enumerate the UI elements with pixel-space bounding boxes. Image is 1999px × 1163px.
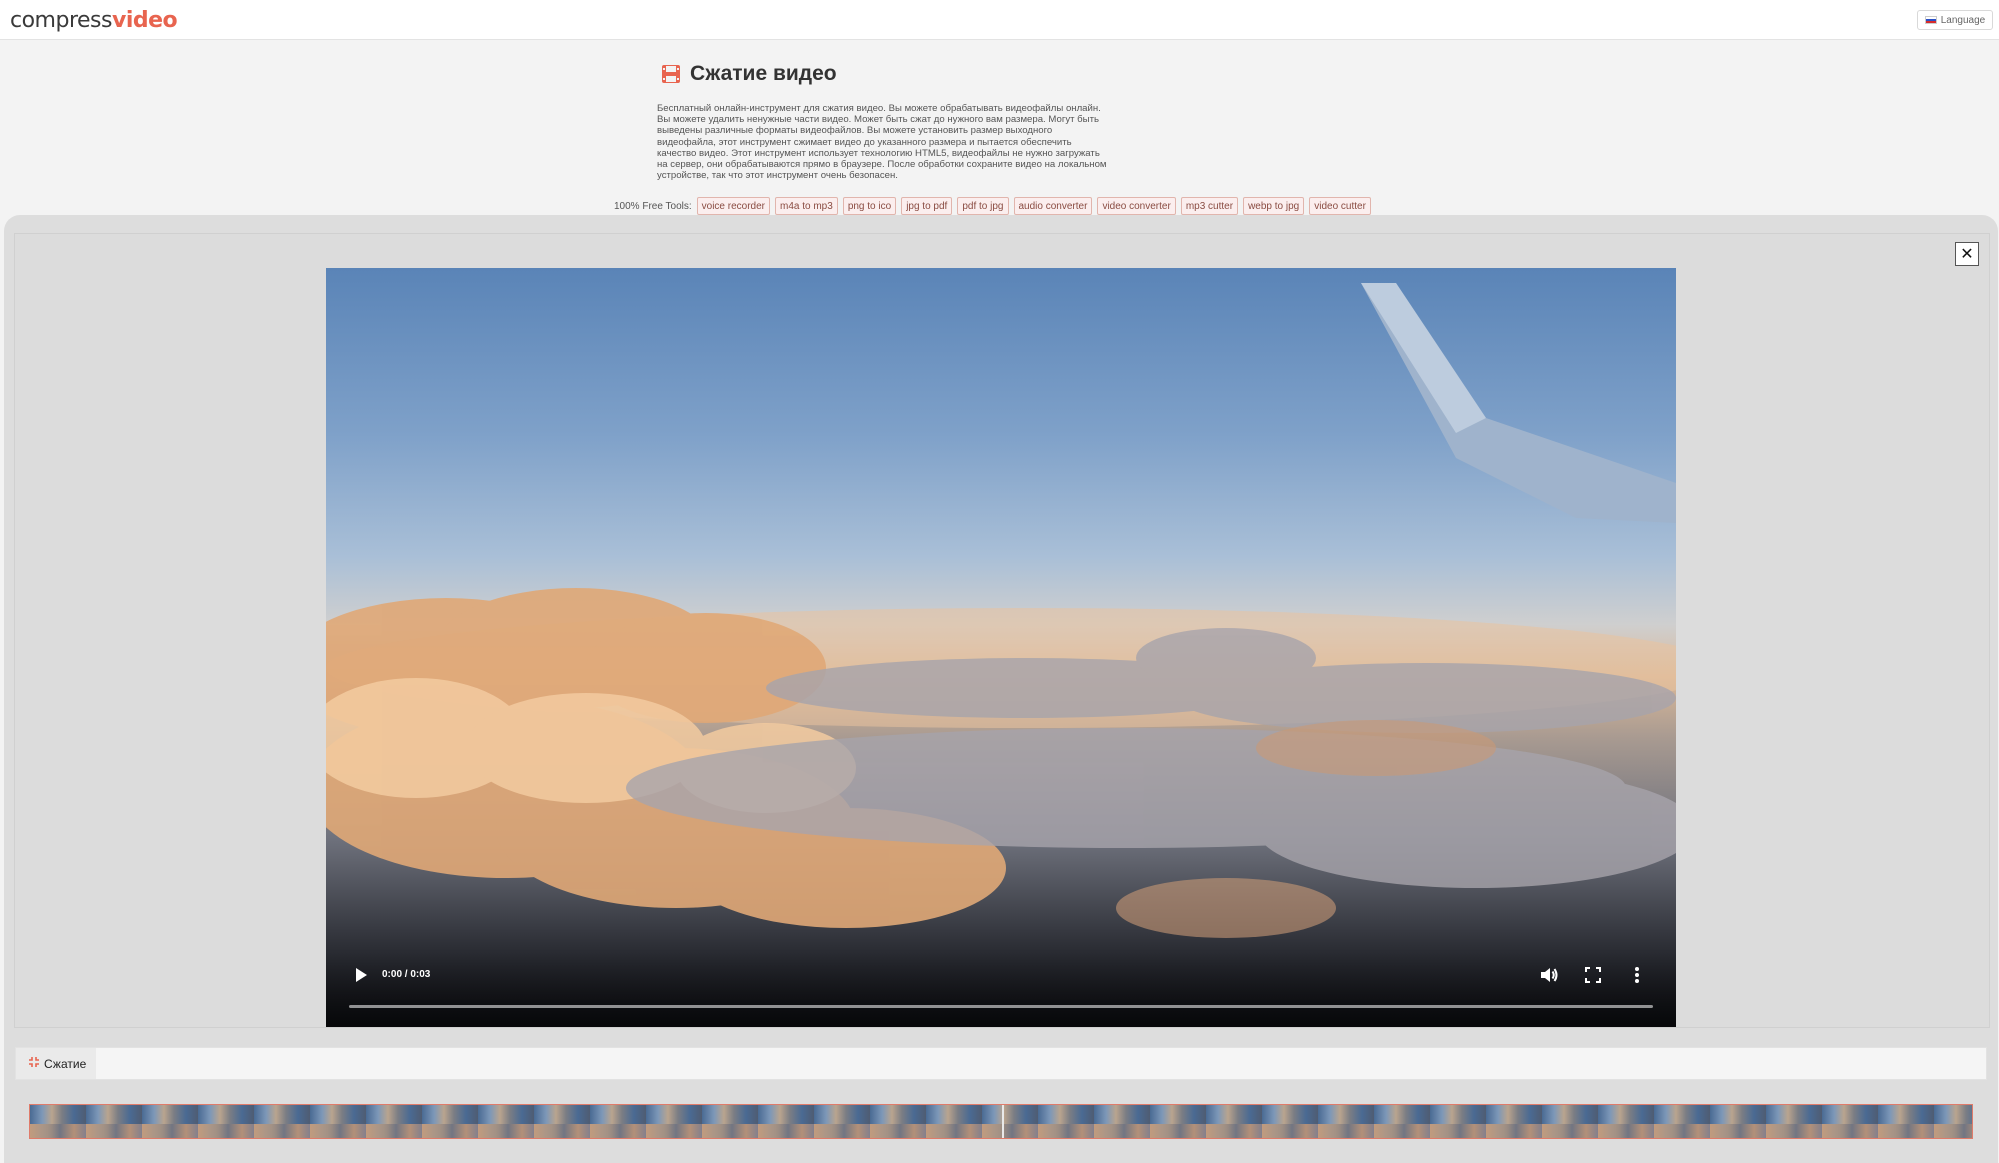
film-icon	[660, 63, 682, 85]
volume-icon[interactable]	[1538, 964, 1560, 986]
tool-link-m4a-to-mp3[interactable]: m4a to mp3	[775, 197, 838, 215]
video-player[interactable]: 0:00 / 0:03	[326, 268, 1676, 1027]
page-title: Сжатие видео	[690, 62, 837, 85]
filmstrip-frames	[30, 1124, 1972, 1138]
free-tools-row: 100% Free Tools: voice recorder m4a to m…	[614, 197, 1371, 215]
fullscreen-icon[interactable]	[1582, 964, 1604, 986]
compress-toolbar: Сжатие	[15, 1047, 1987, 1080]
tool-link-png-to-ico[interactable]: png to ico	[842, 197, 897, 215]
video-progress-track[interactable]	[349, 1005, 1653, 1008]
video-time: 0:00 / 0:03	[382, 969, 431, 980]
page-heading: Сжатие видео	[660, 62, 837, 86]
tool-link-webp-to-jpg[interactable]: webp to jpg	[1243, 197, 1305, 215]
logo[interactable]: compressvideo	[10, 8, 178, 33]
logo-text-compress: compress	[10, 8, 112, 33]
logo-text-video: video	[111, 8, 178, 33]
language-button[interactable]: Language	[1917, 10, 1993, 30]
video-frame-image	[326, 283, 1676, 938]
compress-icon	[28, 1056, 40, 1071]
language-label: Language	[1940, 14, 1986, 26]
language-flag-icon	[1924, 16, 1937, 24]
compress-label: Сжатие	[44, 1056, 87, 1071]
more-vert-icon[interactable]	[1626, 964, 1648, 986]
top-bar: compressvideo Language	[0, 0, 1999, 40]
tool-link-mp3-cutter[interactable]: mp3 cutter	[1180, 197, 1239, 215]
tool-link-voice-recorder[interactable]: voice recorder	[696, 197, 770, 215]
filmstrip-divider	[1002, 1105, 1004, 1138]
timeline-filmstrip[interactable]	[29, 1104, 1973, 1139]
tool-link-pdf-to-jpg[interactable]: pdf to jpg	[957, 197, 1009, 215]
page-description: Бесплатный онлайн-инструмент для сжатия …	[657, 103, 1107, 182]
play-icon[interactable]	[353, 967, 369, 983]
video-controls: 0:00 / 0:03	[326, 952, 1676, 1027]
tool-link-video-cutter[interactable]: video cutter	[1309, 197, 1371, 215]
tool-link-video-converter[interactable]: video converter	[1097, 197, 1176, 215]
close-button[interactable]: ✕	[1955, 242, 1979, 266]
compress-button[interactable]: Сжатие	[16, 1048, 96, 1079]
tool-link-audio-converter[interactable]: audio converter	[1013, 197, 1093, 215]
tool-link-jpg-to-pdf[interactable]: jpg to pdf	[901, 197, 953, 215]
close-icon: ✕	[1960, 246, 1974, 263]
free-tools-label: 100% Free Tools:	[614, 200, 692, 212]
